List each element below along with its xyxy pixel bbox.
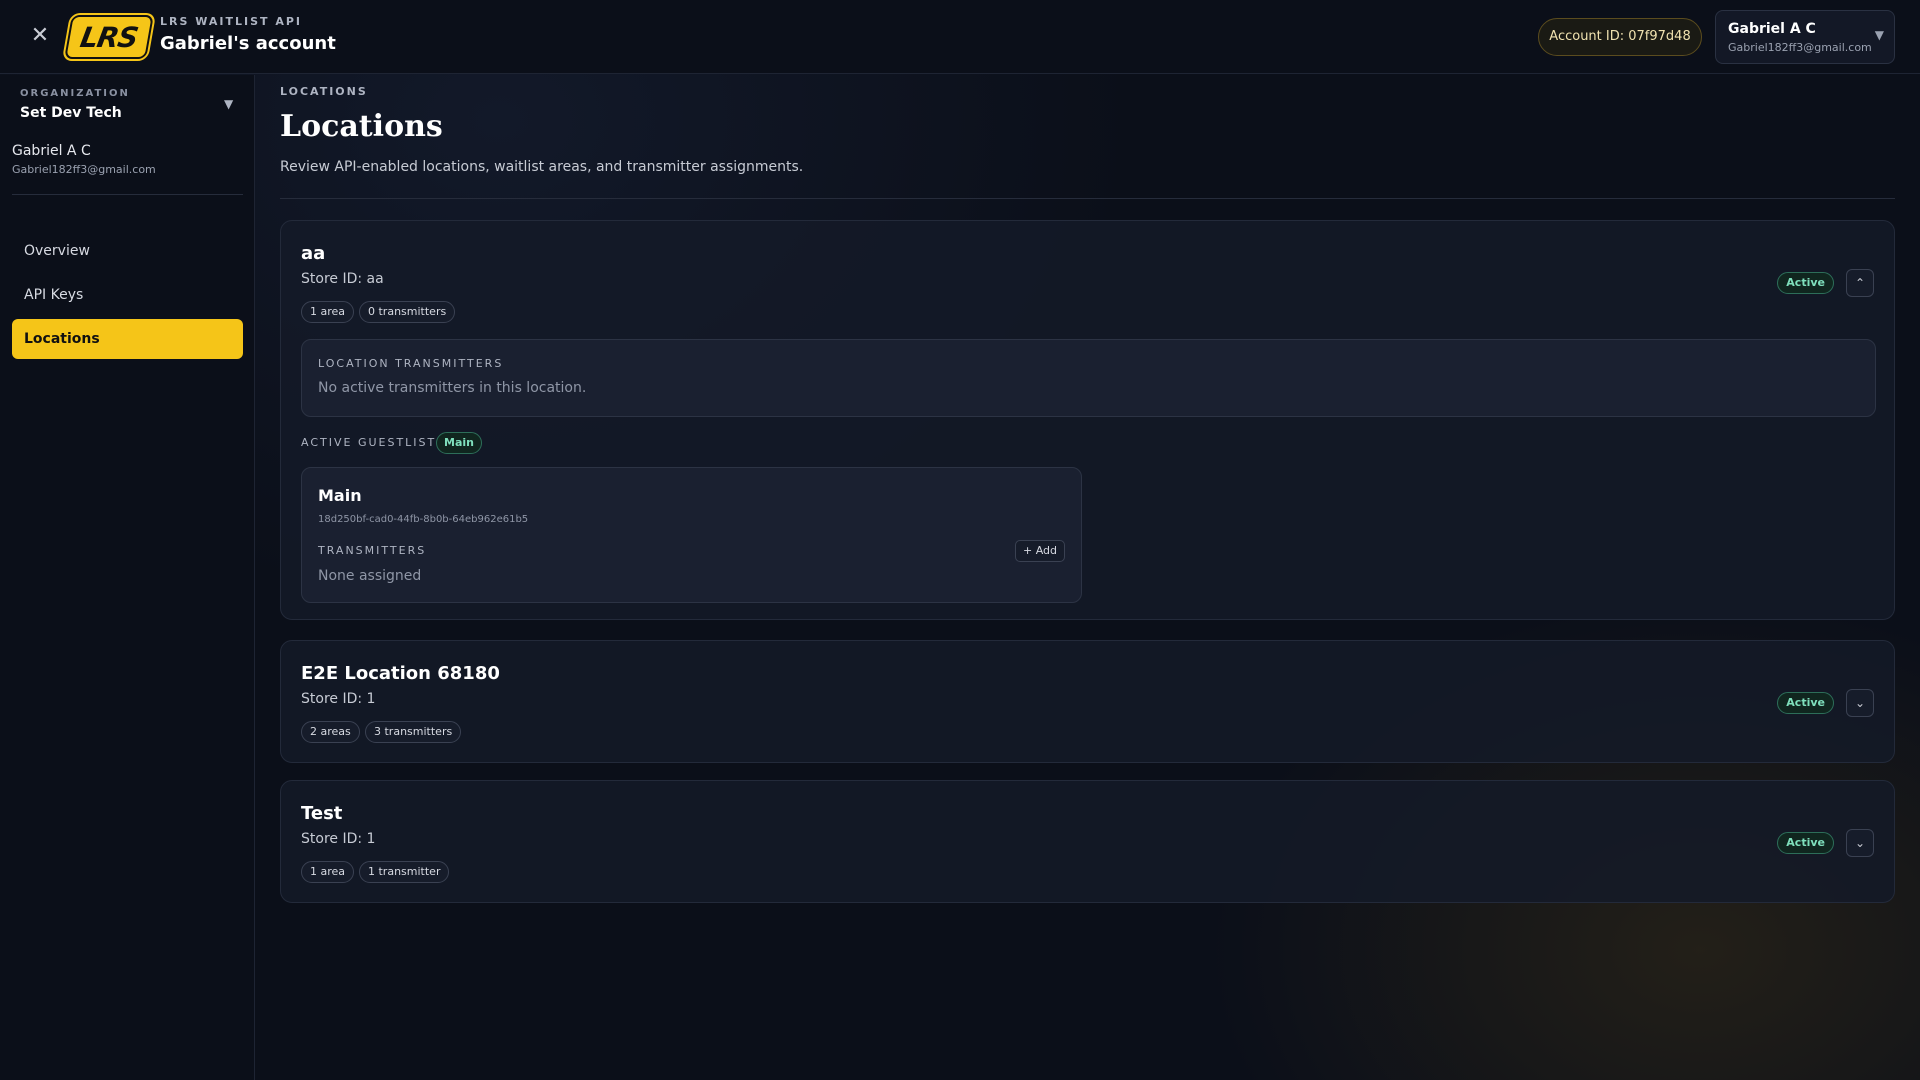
guestlist-transmitters-label: TRANSMITTERS xyxy=(318,544,427,557)
location-name: E2E Location 68180 xyxy=(301,663,500,684)
active-guestlist-badge: Main xyxy=(436,432,482,454)
location-transmitters-label: LOCATION TRANSMITTERS xyxy=(318,357,504,370)
location-name: Test xyxy=(301,803,343,824)
collapse-chevron-up-icon[interactable]: ⌃ xyxy=(1846,269,1874,297)
location-card: Test Store ID: 1 1 area 1 transmitter Ac… xyxy=(280,780,1895,903)
status-badge: Active xyxy=(1777,272,1834,294)
sidebar-divider xyxy=(12,194,243,195)
close-icon[interactable]: ✕ xyxy=(28,24,52,48)
content-divider xyxy=(280,198,1895,199)
user-name: Gabriel A C xyxy=(1728,21,1816,37)
guestlist-panel: Main 18d250bf-cad0-44fb-8b0b-64eb962e61b… xyxy=(301,467,1082,603)
page-description: Review API-enabled locations, waitlist a… xyxy=(280,159,804,175)
sidebar-user-name: Gabriel A C xyxy=(12,143,91,159)
transmitters-count-chip: 0 transmitters xyxy=(359,301,456,323)
account-id-badge: Account ID: 07f97d48 xyxy=(1538,18,1702,56)
status-badge: Active xyxy=(1777,832,1834,854)
sidebar-user-email: Gabriel182ff3@gmail.com xyxy=(12,163,156,176)
top-bar: ✕ LRS LRS WAITLIST API Gabriel's account… xyxy=(0,0,1920,74)
organization-chevron-down-icon[interactable]: ▼ xyxy=(224,97,233,111)
areas-count-chip: 2 areas xyxy=(301,721,360,743)
logo: LRS xyxy=(64,15,154,59)
organization-label: ORGANIZATION xyxy=(20,88,130,99)
app-subtitle: LRS WAITLIST API xyxy=(160,15,303,28)
expand-chevron-down-icon[interactable]: ⌄ xyxy=(1846,689,1874,717)
user-email: Gabriel182ff3@gmail.com xyxy=(1728,41,1872,54)
page-title: Locations xyxy=(280,109,443,144)
guestlist-name: Main xyxy=(318,486,362,505)
sidebar-item-api-keys[interactable]: API Keys xyxy=(12,275,243,315)
status-badge: Active xyxy=(1777,692,1834,714)
location-name: aa xyxy=(301,243,326,264)
expand-chevron-down-icon[interactable]: ⌄ xyxy=(1846,829,1874,857)
sidebar-item-overview[interactable]: Overview xyxy=(12,231,243,271)
chevron-down-icon: ▼ xyxy=(1874,28,1884,42)
location-card: aa Store ID: aa 1 area 0 transmitters Ac… xyxy=(280,220,1895,620)
location-transmitters-panel: LOCATION TRANSMITTERS No active transmit… xyxy=(301,339,1876,417)
organization-name: Set Dev Tech xyxy=(20,105,122,121)
location-transmitters-empty: No active transmitters in this location. xyxy=(318,380,587,396)
active-guestlist-label: ACTIVE GUESTLIST xyxy=(301,436,437,449)
guestlist-transmitters-empty: None assigned xyxy=(318,568,422,584)
transmitters-count-chip: 1 transmitter xyxy=(359,861,450,883)
logo-text: LRS xyxy=(77,20,141,54)
user-menu-button[interactable]: Gabriel A C Gabriel182ff3@gmail.com ▼ xyxy=(1715,10,1895,64)
location-card: E2E Location 68180 Store ID: 1 2 areas 3… xyxy=(280,640,1895,763)
breadcrumb: LOCATIONS xyxy=(280,85,368,98)
sidebar-item-locations[interactable]: Locations xyxy=(12,319,243,359)
store-id: Store ID: 1 xyxy=(301,831,376,847)
areas-count-chip: 1 area xyxy=(301,301,355,323)
sidebar: ORGANIZATION Set Dev Tech ▼ Gabriel A C … xyxy=(0,75,255,1080)
store-id: Store ID: aa xyxy=(301,271,384,287)
areas-count-chip: 1 area xyxy=(301,861,355,883)
guestlist-id: 18d250bf-cad0-44fb-8b0b-64eb962e61b5 xyxy=(318,514,529,525)
account-title: Gabriel's account xyxy=(160,33,336,54)
store-id: Store ID: 1 xyxy=(301,691,376,707)
transmitters-count-chip: 3 transmitters xyxy=(365,721,462,743)
add-transmitter-button[interactable]: + Add xyxy=(1014,540,1065,562)
